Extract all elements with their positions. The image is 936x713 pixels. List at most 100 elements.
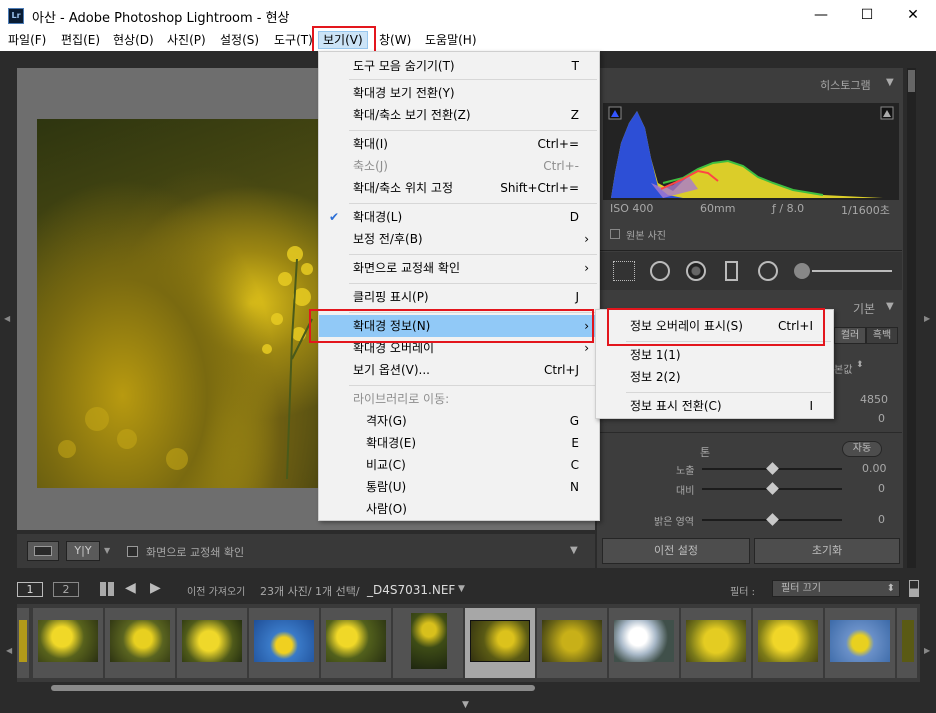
menu-item-toggle-loupe[interactable]: 확대경 보기 전환(Y) bbox=[319, 82, 599, 104]
auto-tone-button[interactable]: 자동 bbox=[842, 441, 882, 457]
loupe-view-button[interactable] bbox=[27, 541, 59, 561]
menu-file[interactable]: 파일(F) bbox=[8, 32, 46, 50]
menu-photo[interactable]: 사진(P) bbox=[167, 32, 206, 50]
filmstrip-cell[interactable] bbox=[105, 608, 175, 678]
lightroom-logo: Lr bbox=[8, 8, 24, 24]
grid-icon[interactable] bbox=[100, 582, 114, 596]
filmstrip-cell-selected[interactable] bbox=[465, 608, 535, 678]
menu-item-people[interactable]: 사람(O) bbox=[319, 498, 599, 520]
menu-item-zoom-in[interactable]: 확대(I) Ctrl+= bbox=[319, 133, 599, 155]
histogram bbox=[603, 103, 899, 200]
filter-select[interactable]: 필터 끄기 ⬍ bbox=[772, 580, 900, 597]
filmstrip-cell[interactable] bbox=[537, 608, 607, 678]
menu-separator bbox=[349, 79, 597, 80]
radial-filter-icon[interactable] bbox=[758, 261, 778, 281]
forward-arrow-icon[interactable]: ▶ bbox=[150, 580, 161, 596]
menu-item-lock-zoom[interactable]: 확대/축소 위치 고정 Shift+Ctrl+= bbox=[319, 177, 599, 199]
right-panel-scrollbar[interactable] bbox=[907, 68, 916, 568]
filmstrip-cell[interactable] bbox=[321, 608, 391, 678]
wb-arrows-icon[interactable]: ⬍ bbox=[856, 360, 864, 370]
left-panel-arrow-icon[interactable]: ◀ bbox=[4, 314, 10, 323]
menu-window[interactable]: 창(W) bbox=[379, 32, 411, 50]
submenu-arrow-icon: › bbox=[584, 232, 589, 246]
brush-icon[interactable] bbox=[794, 263, 810, 279]
menu-settings[interactable]: 설정(S) bbox=[220, 32, 259, 50]
filmstrip-cell[interactable] bbox=[17, 608, 29, 678]
filename-dropdown-icon[interactable]: ▼ bbox=[458, 584, 465, 594]
menu-item-loupe-info[interactable]: 확대경 정보(N) › bbox=[319, 315, 599, 337]
filmstrip-scrollbar[interactable] bbox=[45, 683, 905, 693]
menu-separator bbox=[349, 385, 597, 386]
filmstrip-cell[interactable] bbox=[249, 608, 319, 678]
collapse-icon[interactable]: ▼ bbox=[886, 77, 894, 88]
menu-item-loupe[interactable]: ✔ 확대경(L) D bbox=[319, 206, 599, 228]
filmstrip-left-icon[interactable]: ◀ bbox=[6, 646, 12, 655]
wb-value[interactable]: 본값 bbox=[834, 361, 852, 376]
main-photo bbox=[37, 119, 322, 488]
menu-item-show-info-overlay[interactable]: 정보 오버레이 표시(S) Ctrl+I bbox=[596, 315, 833, 337]
graduated-filter-icon[interactable] bbox=[725, 261, 738, 281]
source-label[interactable]: 이전 가져오기 bbox=[187, 583, 245, 598]
bw-tab[interactable]: 흑백 bbox=[866, 327, 898, 344]
original-photo-checkbox[interactable] bbox=[610, 229, 620, 239]
menu-item-zoom-out: 축소(J) Ctrl+- bbox=[353, 159, 579, 173]
menu-item-info-1[interactable]: 정보 1(1) bbox=[596, 344, 833, 366]
exposure-value[interactable]: 0.00 bbox=[862, 462, 887, 475]
red-eye-icon[interactable] bbox=[686, 261, 706, 281]
right-panel-arrow-icon[interactable]: ▶ bbox=[924, 314, 930, 323]
menu-item-show-clipping[interactable]: 클리핑 표시(P) J bbox=[319, 286, 599, 308]
menu-item-hide-toolbar[interactable]: 도구 모음 숨기기(T) T bbox=[319, 55, 599, 77]
filmstrip-cell[interactable] bbox=[897, 608, 917, 678]
basic-collapse-icon[interactable]: ▼ bbox=[886, 301, 894, 312]
submenu-arrow-icon: › bbox=[584, 261, 589, 275]
menu-edit[interactable]: 편집(E) bbox=[61, 32, 100, 50]
color-tab[interactable]: 컬러 bbox=[834, 327, 866, 344]
filmstrip-cell[interactable] bbox=[393, 608, 463, 678]
screen-2-button[interactable]: 2 bbox=[53, 582, 79, 597]
brush-slider-icon[interactable] bbox=[812, 270, 892, 272]
checkmark-icon: ✔ bbox=[329, 210, 340, 224]
menu-item-before-after[interactable]: 보정 전/후(B) › bbox=[319, 228, 599, 250]
screen-1-button[interactable]: 1 bbox=[17, 582, 43, 597]
filmstrip-cell[interactable] bbox=[681, 608, 751, 678]
maximize-button[interactable]: ☐ bbox=[844, 0, 890, 30]
menu-item-cycle-info[interactable]: 정보 표시 전환(C) I bbox=[596, 395, 833, 417]
filmstrip-cell[interactable] bbox=[825, 608, 895, 678]
temp-value[interactable]: 4850 bbox=[860, 393, 888, 406]
menu-item-soft-proof[interactable]: 화면으로 교정쇄 확인 › bbox=[319, 257, 599, 279]
minimize-button[interactable]: — bbox=[798, 0, 844, 30]
previous-settings-button[interactable]: 이전 설정 bbox=[602, 538, 750, 564]
menu-tools[interactable]: 도구(T) bbox=[274, 32, 313, 50]
chevron-down-icon[interactable]: ▼ bbox=[104, 546, 110, 555]
filmstrip-cell[interactable] bbox=[177, 608, 247, 678]
highlights-value[interactable]: 0 bbox=[878, 513, 885, 526]
menu-item-loupe-overlay[interactable]: 확대경 오버레이 › bbox=[319, 337, 599, 359]
menu-item-library-loupe[interactable]: 확대경(E) E bbox=[319, 432, 599, 454]
contrast-value[interactable]: 0 bbox=[878, 482, 885, 495]
filmstrip-cell[interactable] bbox=[33, 608, 103, 678]
spot-removal-icon[interactable] bbox=[650, 261, 670, 281]
menu-help[interactable]: 도움말(H) bbox=[425, 32, 477, 50]
proof-label: 화면으로 교정쇄 확인 bbox=[146, 546, 245, 559]
bottom-panel-arrow-icon[interactable]: ▼ bbox=[462, 700, 469, 710]
reset-button[interactable]: 초기화 bbox=[754, 538, 900, 564]
filmstrip-right-icon[interactable]: ▶ bbox=[924, 646, 930, 655]
menu-view[interactable]: 보기(V) bbox=[318, 31, 368, 49]
menu-develop[interactable]: 현상(D) bbox=[113, 32, 154, 50]
filmstrip-cell[interactable] bbox=[609, 608, 679, 678]
filmstrip-cell[interactable] bbox=[753, 608, 823, 678]
filter-lock-icon[interactable] bbox=[909, 580, 919, 597]
menu-item-grid[interactable]: 격자(G) G bbox=[319, 410, 599, 432]
proof-checkbox[interactable] bbox=[127, 546, 138, 557]
before-after-button[interactable]: Y|Y bbox=[66, 541, 100, 561]
crop-tool-icon[interactable] bbox=[613, 261, 635, 281]
close-button[interactable]: ✕ bbox=[890, 0, 936, 30]
menu-item-info-2[interactable]: 정보 2(2) bbox=[596, 366, 833, 388]
menu-item-compare[interactable]: 비교(C) C bbox=[319, 454, 599, 476]
menu-item-view-options[interactable]: 보기 옵션(V)... Ctrl+J bbox=[319, 359, 599, 381]
menu-item-toggle-zoom[interactable]: 확대/축소 보기 전환(Z) Z bbox=[319, 104, 599, 126]
tint-value[interactable]: 0 bbox=[878, 412, 885, 425]
back-arrow-icon[interactable]: ◀ bbox=[125, 580, 136, 596]
toolbar-menu-icon[interactable]: ▼ bbox=[570, 545, 578, 556]
menu-item-survey[interactable]: 통람(U) N bbox=[319, 476, 599, 498]
